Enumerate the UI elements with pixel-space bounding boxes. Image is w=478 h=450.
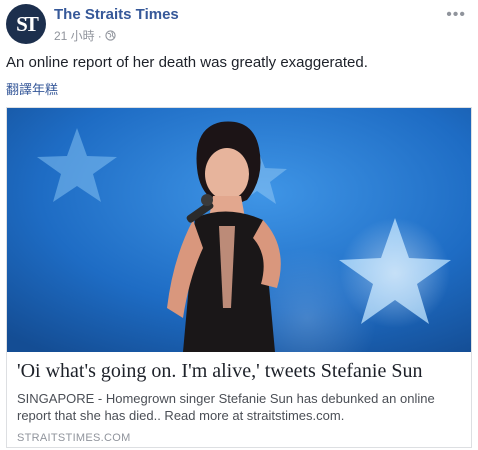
page-avatar[interactable]: ST (6, 4, 46, 44)
card-domain: STRAITSTIMES.COM (17, 432, 131, 444)
globe-icon[interactable] (105, 30, 116, 41)
page-name-link[interactable]: The Straits Times (54, 6, 179, 23)
card-caption[interactable]: 'Oi what's going on. I'm alive,' tweets … (7, 352, 471, 447)
card-image[interactable] (7, 108, 471, 352)
card-description: SINGAPORE - Homegrown singer Stefanie Su… (17, 391, 435, 423)
post-timestamp[interactable]: 21 小時 (54, 27, 95, 44)
card-headline[interactable]: 'Oi what's going on. I'm alive,' tweets … (17, 360, 422, 383)
facebook-post: ST The Straits Times 21 小時 · ••• An onli… (0, 0, 478, 450)
avatar-logo-text: ST (16, 11, 39, 36)
see-translation-link[interactable]: 翻譯年糕 (6, 79, 58, 98)
stage-photo (7, 108, 471, 352)
meta-separator: · (97, 28, 102, 43)
post-meta: 21 小時 · (54, 27, 116, 44)
link-preview-card[interactable]: 'Oi what's going on. I'm alive,' tweets … (6, 107, 472, 448)
more-options-icon[interactable]: ••• (446, 6, 466, 24)
post-text: An online report of her death was greatl… (6, 54, 368, 71)
